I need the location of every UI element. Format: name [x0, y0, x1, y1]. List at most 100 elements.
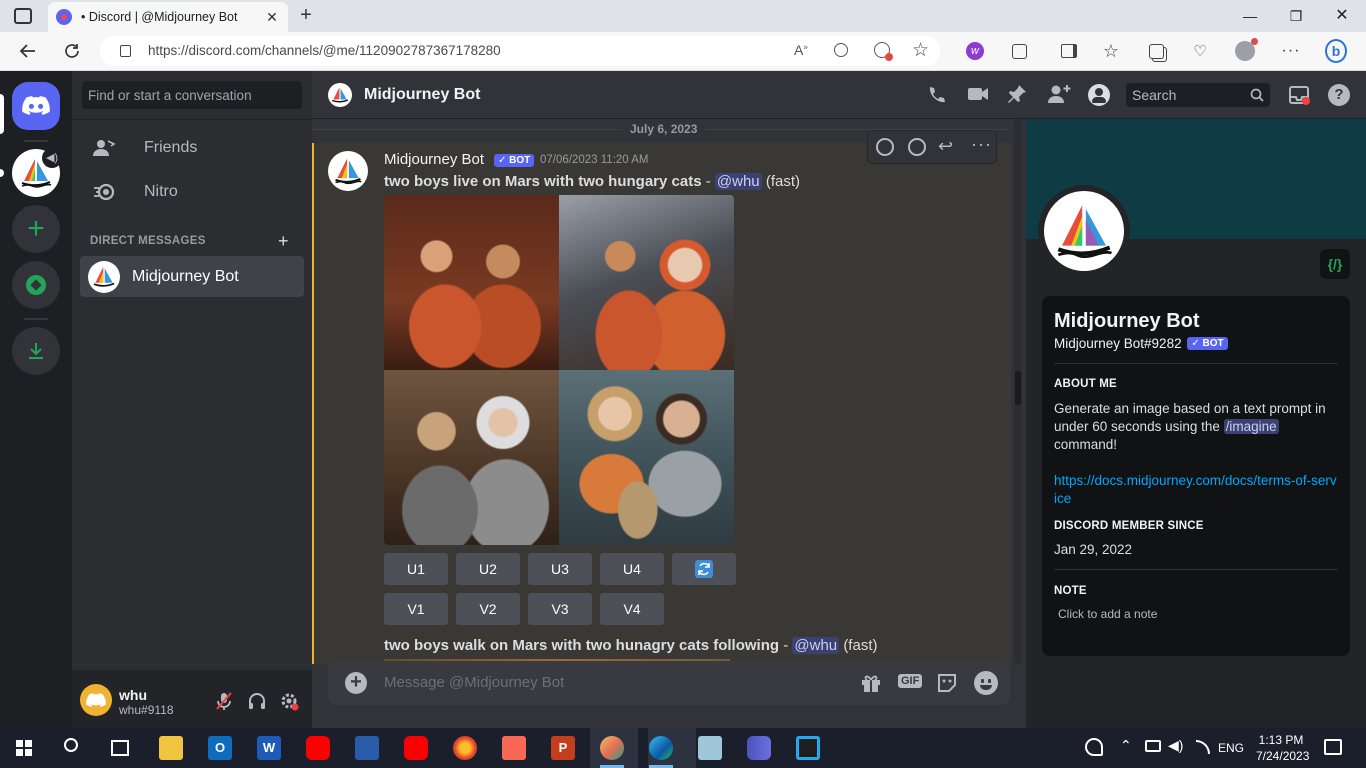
terms-link[interactable]: https://docs.midjourney.com/docs/terms-o…: [1054, 472, 1338, 508]
minimize-icon[interactable]: —: [1238, 4, 1262, 28]
voice-call-icon[interactable]: [926, 84, 948, 106]
author-name[interactable]: Midjourney Bot: [384, 151, 484, 168]
zoom-icon[interactable]: [834, 43, 848, 57]
notifications-icon[interactable]: [1324, 739, 1342, 755]
tracking-prevention-icon[interactable]: [874, 42, 893, 61]
volume-icon[interactable]: ◀): [1168, 737, 1183, 754]
gift-icon[interactable]: [860, 672, 882, 694]
teams-icon[interactable]: [747, 736, 771, 760]
network-icon[interactable]: [1196, 740, 1210, 754]
variation-4-button[interactable]: V4: [600, 593, 664, 625]
sticker-icon[interactable]: [936, 672, 958, 694]
powerpoint-icon[interactable]: P: [551, 736, 575, 760]
battery-icon[interactable]: [1145, 740, 1161, 752]
youtube-icon[interactable]: [306, 736, 330, 760]
close-tab-icon[interactable]: ✕: [264, 9, 280, 26]
upscale-1-button[interactable]: U1: [384, 553, 448, 585]
dm-item-midjourney-bot[interactable]: Midjourney Bot: [80, 256, 304, 297]
read-aloud-icon[interactable]: A»: [794, 42, 808, 58]
extension-w-icon[interactable]: w: [964, 40, 986, 62]
author-avatar[interactable]: [328, 151, 368, 191]
gif-button[interactable]: GIF: [898, 674, 923, 688]
sidebar-item-friends[interactable]: Friends: [80, 127, 304, 169]
bing-copilot-icon[interactable]: b: [1325, 39, 1347, 63]
upscale-4-button[interactable]: U4: [600, 553, 664, 585]
user-settings-gear-icon[interactable]: [279, 691, 299, 711]
generated-image-grid[interactable]: [384, 195, 734, 545]
collections-icon[interactable]: [1145, 40, 1167, 62]
patreon-icon[interactable]: [502, 736, 526, 760]
search-taskbar-icon[interactable]: [64, 738, 78, 752]
new-tab-icon[interactable]: +: [296, 5, 316, 26]
pinned-messages-icon[interactable]: [1007, 84, 1027, 104]
more-menu-icon[interactable]: ···: [1280, 40, 1302, 62]
restore-icon[interactable]: ❐: [1284, 4, 1308, 28]
profile-avatar-icon[interactable]: [1234, 38, 1258, 62]
direct-messages-home-icon[interactable]: [12, 82, 60, 130]
user-mention-2[interactable]: @whu: [792, 637, 840, 654]
headphones-icon[interactable]: [247, 691, 267, 711]
imagine-command[interactable]: /imagine: [1223, 419, 1279, 434]
word-icon[interactable]: W: [257, 736, 281, 760]
chat-scrollbar[interactable]: [1014, 119, 1022, 664]
app-icon[interactable]: [355, 736, 379, 760]
favorites-icon[interactable]: ☆: [1100, 40, 1122, 62]
extensions-puzzle-icon[interactable]: [1008, 40, 1030, 62]
vscode-icon[interactable]: [796, 736, 820, 760]
inbox-icon[interactable]: [1288, 84, 1310, 106]
split-screen-icon[interactable]: [1058, 40, 1080, 62]
browser-tab[interactable]: • Discord | @Midjourney Bot ✕: [48, 2, 288, 32]
variation-3-button[interactable]: V3: [528, 593, 592, 625]
scrollbar-thumb[interactable]: [1015, 371, 1021, 405]
add-reaction-icon[interactable]: [876, 138, 894, 156]
reply-icon[interactable]: ↩: [938, 136, 953, 157]
chat-search-input[interactable]: Search: [1126, 83, 1270, 107]
reroll-button[interactable]: [672, 553, 736, 585]
youtube-icon-2[interactable]: [404, 736, 428, 760]
notepad-icon[interactable]: [698, 736, 722, 760]
variation-1-button[interactable]: V1: [384, 593, 448, 625]
clock[interactable]: 1:13 PM 7/24/2023: [1256, 732, 1309, 764]
message-composer[interactable]: + Message @Midjourney Bot GIF: [328, 661, 1010, 705]
add-server-icon[interactable]: +: [12, 205, 60, 253]
create-dm-icon[interactable]: +: [278, 231, 289, 252]
find-conversation-input[interactable]: Find or start a conversation: [82, 81, 302, 109]
edge-icon[interactable]: [649, 736, 673, 760]
task-view-icon[interactable]: [111, 740, 129, 756]
upscale-2-button[interactable]: U2: [456, 553, 520, 585]
windows-start-icon[interactable]: [16, 740, 32, 756]
emoji-icon[interactable]: [974, 671, 998, 695]
back-icon[interactable]: [17, 40, 39, 62]
favorite-star-icon[interactable]: ☆: [912, 39, 929, 62]
mute-microphone-icon[interactable]: [215, 691, 233, 711]
video-call-icon[interactable]: [967, 86, 989, 102]
more-options-icon[interactable]: ···: [971, 134, 992, 155]
tray-expand-icon[interactable]: ⌃: [1120, 737, 1132, 754]
user-profile-toggle-icon[interactable]: [1088, 84, 1110, 106]
close-window-icon[interactable]: ✕: [1330, 4, 1354, 28]
upscale-3-button[interactable]: U3: [528, 553, 592, 585]
language-indicator[interactable]: ENG: [1218, 741, 1244, 755]
developer-badge-icon[interactable]: {/}: [1320, 249, 1350, 279]
browser-essentials-icon[interactable]: ♡: [1189, 40, 1211, 62]
people-icon[interactable]: [1085, 738, 1103, 756]
address-bar[interactable]: https://discord.com/channels/@me/1120902…: [100, 36, 940, 66]
help-icon[interactable]: ?: [1328, 84, 1350, 106]
outlook-icon[interactable]: O: [208, 736, 232, 760]
super-reaction-icon[interactable]: [908, 138, 926, 156]
user-mention[interactable]: @whu: [714, 173, 762, 190]
profile-avatar[interactable]: [1044, 191, 1124, 271]
refresh-icon[interactable]: [61, 40, 83, 62]
tab-actions-icon[interactable]: [14, 8, 32, 24]
download-apps-icon[interactable]: [12, 327, 60, 375]
explore-servers-icon[interactable]: [12, 261, 60, 309]
paint-icon[interactable]: [600, 736, 624, 760]
variation-2-button[interactable]: V2: [456, 593, 520, 625]
file-explorer-icon[interactable]: [159, 736, 183, 760]
add-friends-to-dm-icon[interactable]: [1047, 83, 1071, 105]
user-avatar[interactable]: [80, 684, 112, 716]
sidebar-item-nitro[interactable]: Nitro: [80, 171, 304, 213]
note-input[interactable]: Click to add a note: [1054, 607, 1338, 621]
firefox-icon[interactable]: [453, 736, 477, 760]
lock-icon[interactable]: [120, 45, 131, 57]
